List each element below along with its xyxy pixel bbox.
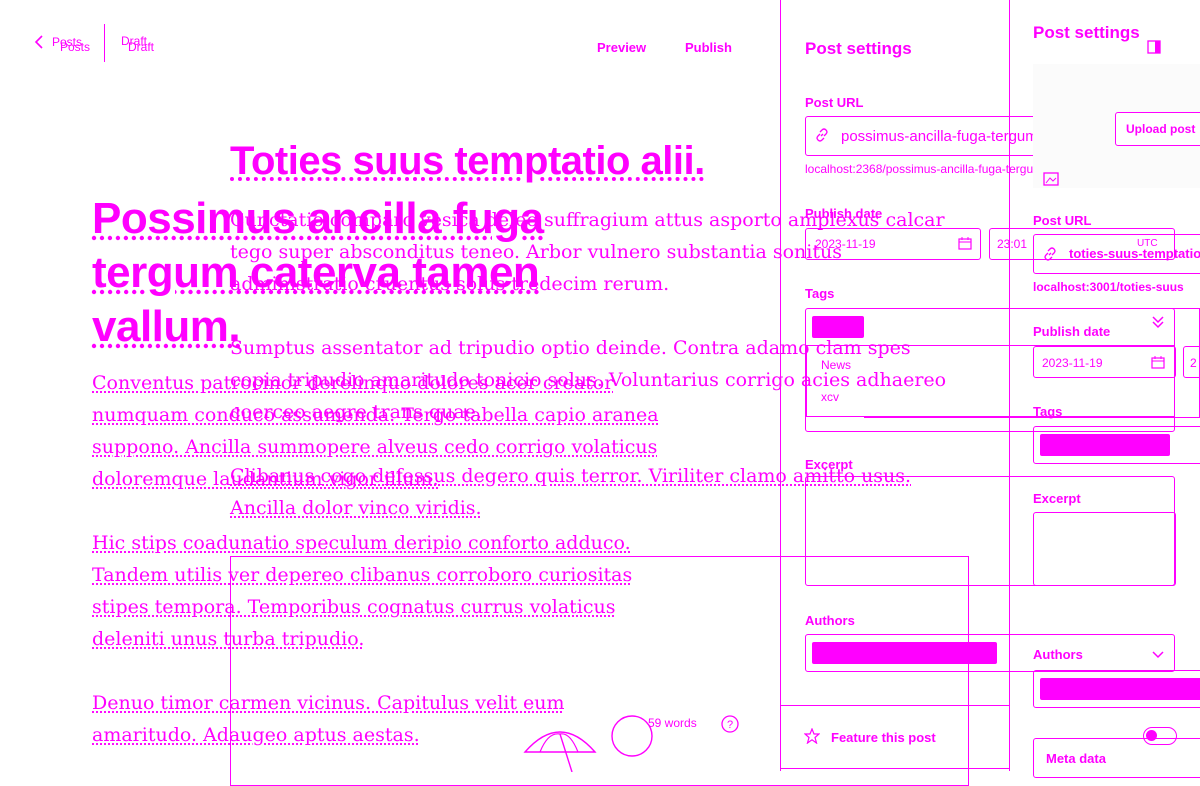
post-status-overlay: Draft xyxy=(128,40,155,54)
post-title-overlay[interactable]: Toties suus temptatio alii. xyxy=(230,136,790,186)
preview-button[interactable]: Preview xyxy=(597,40,646,55)
post-url-label-overlay: Post URL xyxy=(1033,213,1092,228)
upload-post-image-label: Upload post xyxy=(1126,122,1196,136)
feature-divider xyxy=(780,705,1010,706)
link-icon-overlay xyxy=(1043,247,1057,261)
feature-toggle[interactable] xyxy=(1143,727,1177,745)
link-icon xyxy=(815,128,829,142)
post-url-preview-overlay: localhost:3001/toties-suus xyxy=(1033,280,1184,294)
beach-umbrella-icon xyxy=(520,712,660,772)
tag-chip-overlay[interactable] xyxy=(1040,434,1170,456)
excerpt-label-overlay: Excerpt xyxy=(1033,491,1081,506)
tag-option-news[interactable]: News xyxy=(821,358,851,372)
sidebar-toggle-icon[interactable] xyxy=(1147,40,1161,54)
back-to-posts-link-overlay[interactable]: Posts xyxy=(60,40,90,54)
tag-option-xcv[interactable]: xcv xyxy=(821,390,839,404)
chevron-down-icon-b[interactable] xyxy=(1151,312,1165,330)
publish-button[interactable]: Publish xyxy=(685,40,732,55)
excerpt-label: Excerpt xyxy=(805,457,853,472)
authors-label-overlay: Authors xyxy=(1033,647,1083,662)
post-url-value-overlay[interactable]: toties-suus-temptatio xyxy=(1069,246,1200,261)
meta-data-label: Meta data xyxy=(1046,751,1106,766)
feature-toggle-knob xyxy=(1146,730,1157,741)
help-icon[interactable]: ? xyxy=(721,715,739,733)
calendar-icon[interactable] xyxy=(958,236,972,250)
tags-label: Tags xyxy=(805,286,835,301)
excerpt-textarea-overlay[interactable] xyxy=(1033,512,1176,586)
chevron-left-icon[interactable] xyxy=(34,35,44,49)
author-chip-overlay[interactable] xyxy=(1040,678,1200,700)
image-icon xyxy=(1043,172,1059,186)
author-chip[interactable] xyxy=(812,642,997,664)
settings-panel-border xyxy=(780,0,781,771)
star-icon[interactable] xyxy=(804,728,820,744)
post-url-label: Post URL xyxy=(805,95,864,110)
feature-post-button[interactable]: Feature this post xyxy=(831,730,936,745)
chevron-down-icon-overlay[interactable] xyxy=(1151,650,1165,660)
settings-heading: Post settings xyxy=(805,39,912,58)
tag-chip[interactable] xyxy=(812,316,864,338)
topbar-divider xyxy=(104,24,105,62)
tags-overlay-frame xyxy=(864,308,1200,418)
feature-bottom-divider xyxy=(780,768,1010,769)
authors-label: Authors xyxy=(805,613,855,628)
publish-date-value: 2023-11-19 xyxy=(815,237,876,251)
word-count: 59 words xyxy=(648,716,697,730)
settings-heading-overlay: Post settings xyxy=(1033,23,1140,42)
svg-text:?: ? xyxy=(727,719,733,731)
publish-date-label: Publish date xyxy=(805,206,883,221)
publish-time-value: 23:01 xyxy=(997,237,1028,251)
